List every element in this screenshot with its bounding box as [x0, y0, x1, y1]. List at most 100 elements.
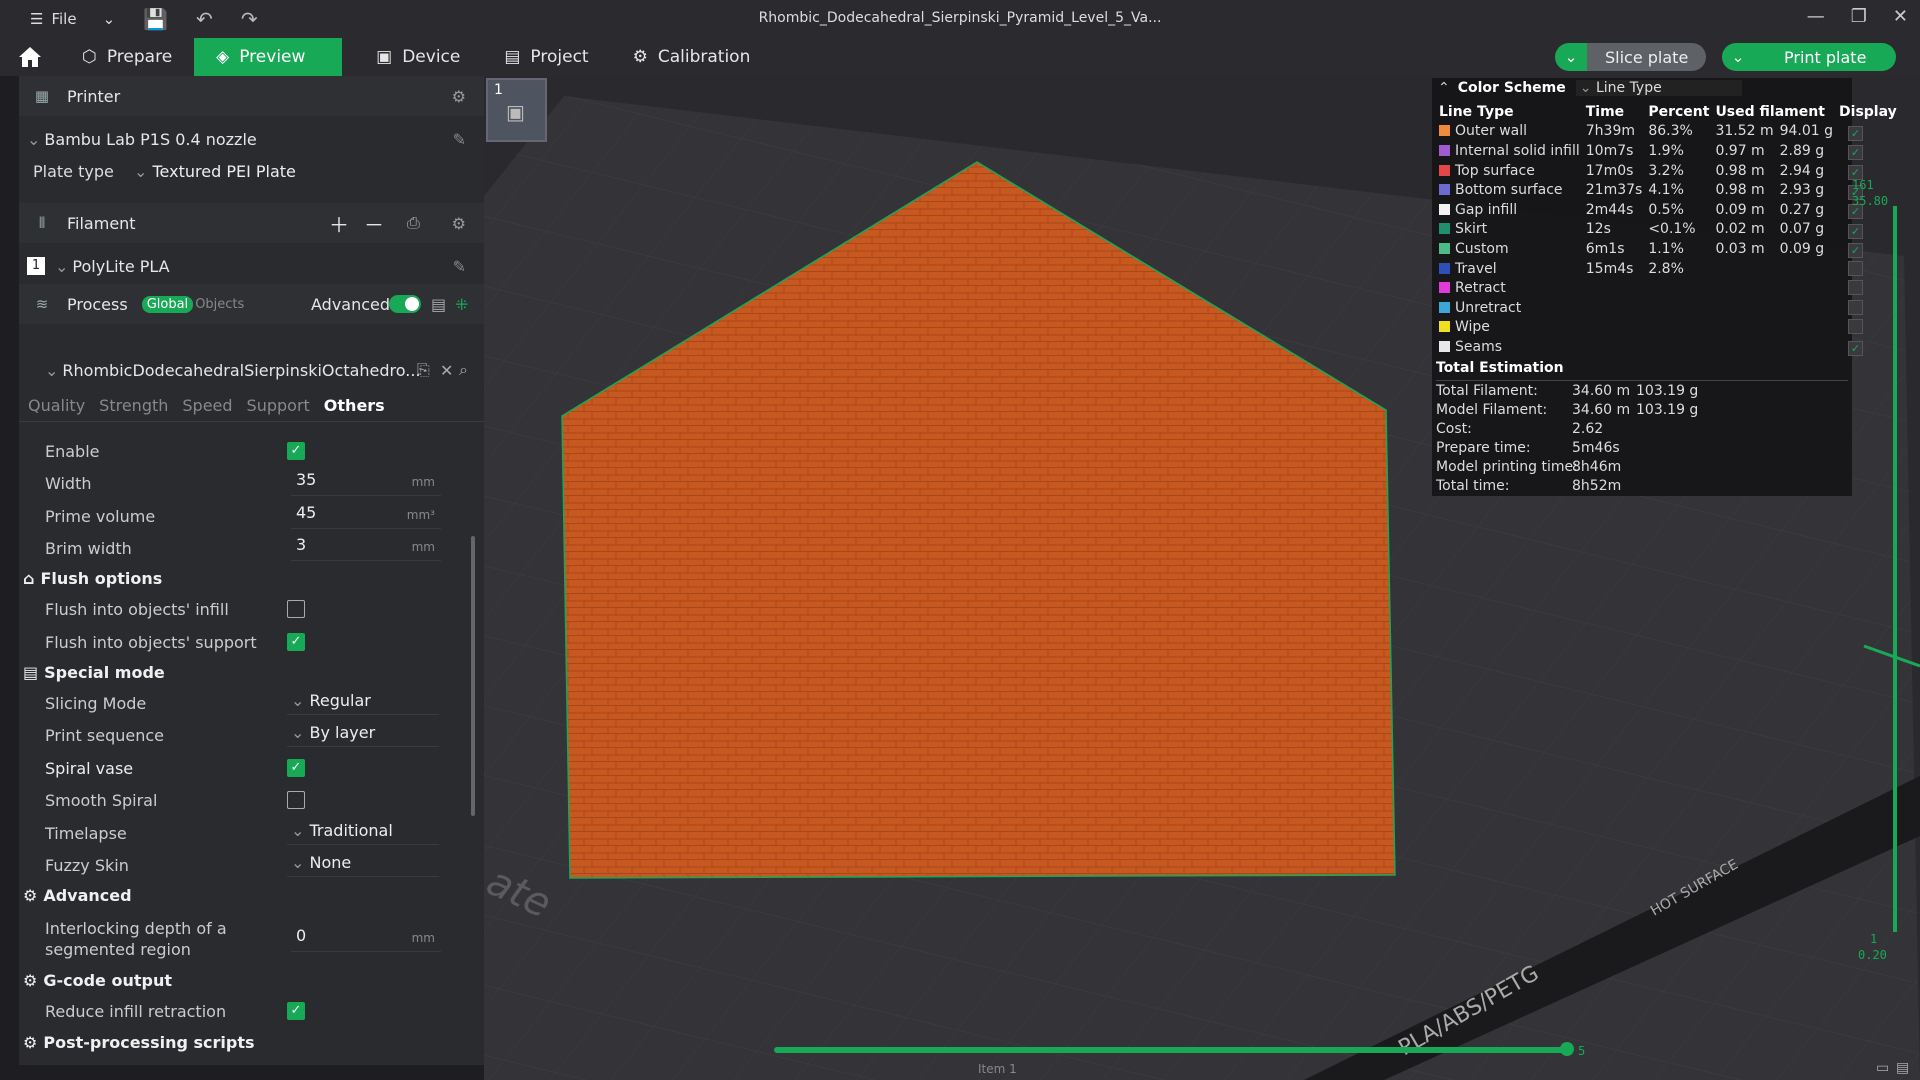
display-checkbox[interactable]	[1848, 260, 1864, 276]
tab-preview[interactable]: ◈ Preview	[194, 38, 343, 76]
settings-scrollbar[interactable]	[471, 536, 475, 816]
undo-icon[interactable]: ↶	[196, 7, 213, 31]
estimation-value: 34.60 m	[1572, 402, 1631, 418]
brim-width-input[interactable]: 3 mm	[291, 535, 441, 561]
enable-checkbox[interactable]: ✓	[287, 442, 305, 460]
home-button[interactable]	[0, 38, 60, 76]
display-checkbox[interactable]: ✓	[1848, 125, 1864, 141]
subtab-others[interactable]: Others	[324, 396, 385, 415]
legend-line-type-name: Skirt	[1455, 221, 1488, 238]
settings-icon[interactable]: ⚙	[452, 87, 466, 106]
advanced-switch[interactable]	[389, 295, 421, 313]
redo-icon[interactable]: ↷	[241, 7, 258, 31]
subtab-quality[interactable]: Quality	[28, 396, 85, 415]
display-checkbox[interactable]	[1848, 299, 1864, 315]
layer-slider-top-layer: 161	[1852, 178, 1874, 192]
file-menu[interactable]: ☰ File ⌄	[30, 10, 115, 28]
list-icon[interactable]: ▤	[431, 295, 446, 314]
minimize-icon[interactable]: —	[1807, 6, 1825, 27]
filament-section-header: ⦀ Filament ＋ － ⎙ ⚙	[19, 203, 484, 243]
chevron-down-icon[interactable]: ⌄	[1555, 43, 1587, 71]
sync-icon[interactable]: ⎙	[407, 213, 420, 233]
tab-project[interactable]: ▤ Project	[482, 38, 610, 76]
search-icon[interactable]: ⌕	[459, 360, 468, 380]
prime-volume-input[interactable]: 45 mm³	[291, 503, 441, 529]
legend-line-type: Internal solid infill	[1436, 141, 1583, 161]
display-checkbox[interactable]: ✓	[1848, 145, 1864, 161]
process-subtabs: Quality Strength Speed Support Others	[28, 396, 385, 415]
view-options-icon[interactable]: ▭	[1876, 1060, 1889, 1076]
tab-device[interactable]: ▣ Device	[354, 38, 482, 76]
subtab-speed[interactable]: Speed	[182, 396, 232, 415]
advanced-header: ⚙ Advanced	[23, 886, 132, 905]
legend-length	[1712, 318, 1776, 338]
edit-icon[interactable]: ✎	[453, 257, 466, 276]
smooth-spiral-checkbox[interactable]	[287, 791, 305, 809]
legend-percent: 4.1%	[1648, 182, 1684, 199]
timelapse-select[interactable]: ⌄ Traditional	[287, 821, 439, 845]
chevron-down-icon[interactable]: ⌄	[1722, 43, 1754, 71]
chevron-down-icon: ⌄	[102, 10, 116, 28]
color-swatch	[1439, 144, 1450, 156]
plate-thumbnail[interactable]: 1 ▣	[486, 78, 547, 142]
legend-weight	[1777, 278, 1836, 298]
subtab-strength[interactable]: Strength	[99, 396, 168, 415]
compare-icon[interactable]: ⁜	[455, 295, 468, 314]
legend-line-type: Retract	[1436, 278, 1583, 298]
cube-icon: ⬡	[82, 47, 97, 67]
edit-icon[interactable]: ✎	[453, 130, 466, 149]
print-plate-button[interactable]: ⌄ Print plate	[1722, 43, 1897, 71]
objects-toggle[interactable]: Objects	[195, 297, 244, 312]
remove-icon[interactable]: －	[364, 209, 384, 238]
interlock-input[interactable]: 0 mm	[291, 926, 441, 952]
subtab-support[interactable]: Support	[247, 396, 310, 415]
tab-prepare[interactable]: ⬡ Prepare	[60, 38, 194, 76]
timelapse-value: Traditional	[309, 821, 393, 840]
add-icon[interactable]: ＋	[329, 209, 349, 238]
legend-line-type-name: Bottom surface	[1455, 182, 1563, 199]
layer-slider[interactable]	[1893, 206, 1897, 932]
display-checkbox[interactable]: ✓	[1848, 243, 1864, 259]
tab-calibration[interactable]: ⚙ Calibration	[611, 38, 773, 76]
gcode-output-title: G-code output	[43, 971, 172, 990]
display-checkbox[interactable]	[1848, 280, 1864, 296]
tab-device-label: Device	[402, 47, 461, 67]
display-checkbox[interactable]	[1848, 319, 1864, 335]
maximize-icon[interactable]: ❐	[1851, 6, 1867, 27]
plate-type-select[interactable]: ⌄ Textured PEI Plate	[134, 162, 489, 181]
save-icon[interactable]: 💾	[143, 7, 168, 31]
horizontal-move-slider[interactable]	[774, 1047, 1570, 1053]
flush-support-checkbox[interactable]: ✓	[287, 633, 305, 651]
display-checkbox[interactable]: ✓	[1848, 341, 1864, 357]
prime-volume-label: Prime volume	[45, 507, 156, 526]
collapse-icon[interactable]: ⌃	[1438, 80, 1450, 96]
process-profile-select[interactable]: ⌄ RhombicDodecahedralSierpinskiOctahedro…	[19, 356, 484, 384]
global-toggle[interactable]: Global	[141, 295, 194, 313]
close-icon[interactable]: ✕	[1893, 6, 1908, 27]
width-input[interactable]: 35 mm	[291, 470, 441, 496]
slice-plate-button[interactable]: ⌄ Slice plate	[1555, 43, 1707, 71]
interlock-value: 0	[296, 926, 307, 945]
settings-icon[interactable]: ⚙	[452, 214, 466, 233]
printer-select[interactable]: ⌄ Bambu Lab P1S 0.4 nozzle ✎	[19, 126, 484, 152]
filament-row[interactable]: 1 ⌄ PolyLite PLA ✎	[19, 253, 484, 279]
layout-icon[interactable]: ▤	[1896, 1060, 1909, 1076]
print-sequence-select[interactable]: ⌄ By layer	[287, 723, 439, 747]
advanced-icon: ⚙	[23, 886, 38, 905]
slicing-mode-select[interactable]: ⌄ Regular	[287, 691, 439, 715]
legend-line-type-name: Internal solid infill	[1455, 142, 1580, 159]
horizontal-slider-handle[interactable]	[1560, 1042, 1574, 1056]
fuzzy-skin-select[interactable]: ⌄ None	[287, 853, 439, 877]
close-icon[interactable]: ✕	[440, 361, 453, 380]
flush-infill-checkbox[interactable]	[287, 600, 305, 618]
legend-line-type: Gap infill	[1436, 200, 1583, 220]
save-icon[interactable]: ⎘	[417, 360, 430, 380]
home-icon	[19, 47, 41, 67]
scheme-select[interactable]: ⌄ Line Type	[1575, 80, 1742, 96]
reduce-retraction-checkbox[interactable]: ✓	[287, 1002, 305, 1020]
legend-percent	[1645, 298, 1712, 318]
spiral-vase-checkbox[interactable]: ✓	[287, 759, 305, 777]
prime-volume-value: 45	[296, 503, 317, 522]
legend-percent	[1645, 278, 1712, 298]
display-checkbox[interactable]: ✓	[1848, 223, 1864, 239]
